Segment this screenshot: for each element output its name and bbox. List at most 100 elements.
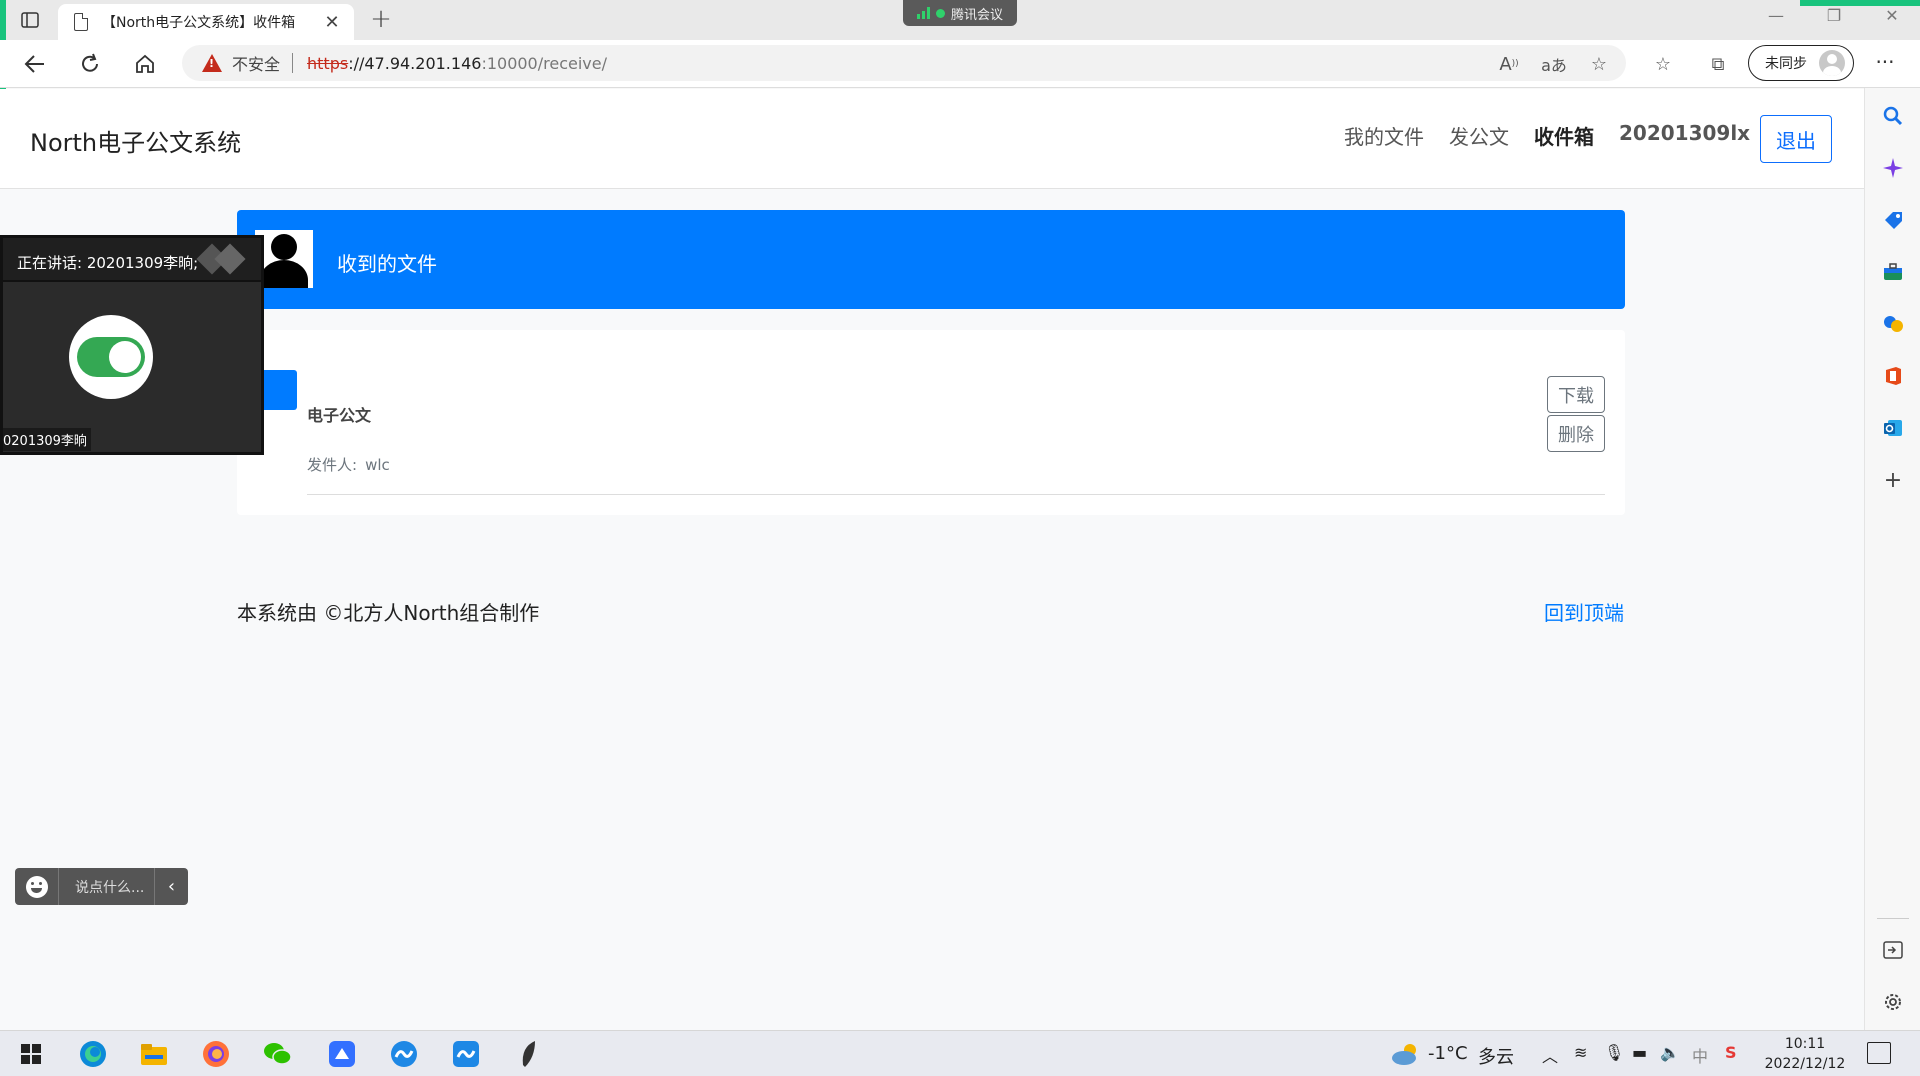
- toggle-switch-icon: [77, 337, 145, 377]
- minimize-button[interactable]: —: [1756, 6, 1796, 25]
- back-to-top-link[interactable]: 回到顶端: [1544, 597, 1624, 626]
- sogou-input-icon[interactable]: S: [1725, 1043, 1737, 1062]
- firefox-icon[interactable]: [200, 1039, 232, 1069]
- url-host: ://47.94.201.146: [348, 53, 482, 73]
- close-tab-icon[interactable]: ✕: [322, 12, 342, 33]
- sidebar-divider: [1877, 918, 1909, 919]
- tencent-meeting-icon[interactable]: [388, 1039, 420, 1069]
- screen-share-border: [1800, 0, 1920, 6]
- address-bar[interactable]: 不安全 https://47.94.201.146:10000/receive/: [182, 45, 1626, 81]
- meeting-video-window[interactable]: 正在讲话: 20201309李晌; 0201309李晌: [0, 235, 264, 455]
- footer-credit: 本系统由 ©北方人North组合制作: [237, 601, 540, 625]
- weather-cloud-icon[interactable]: [1390, 1039, 1422, 1069]
- url-protocol: https: [307, 53, 349, 73]
- sync-label: 未同步: [1765, 56, 1807, 72]
- warning-icon: [202, 54, 222, 72]
- decoration-icon: [214, 243, 246, 275]
- site-navbar: North电子公文系统 我的文件 发公文 收件箱 20201309lx 退出: [0, 89, 1864, 189]
- shopping-tag-icon[interactable]: [1881, 208, 1905, 232]
- tab-title: 【North电子公文系统】收件箱: [102, 15, 296, 31]
- profile-avatar-icon: [1819, 50, 1845, 76]
- sender-label: 发件人:: [307, 456, 358, 474]
- more-options-icon[interactable]: ···: [1870, 50, 1900, 74]
- sender-name: wlc: [365, 456, 390, 474]
- home-icon: [136, 54, 154, 73]
- new-tab-button[interactable]: +: [366, 4, 396, 34]
- translate-icon[interactable]: aあ: [1539, 50, 1569, 78]
- nav-username[interactable]: 20201309lx: [1619, 121, 1750, 150]
- restore-button[interactable]: ❐: [1814, 6, 1854, 25]
- chat-input[interactable]: 说点什么...: [75, 877, 154, 897]
- browser-tab-strip: 【North电子公文系统】收件箱 ✕ + 腾讯会议 — ❐ ✕: [0, 0, 1920, 40]
- collections-icon[interactable]: ⧉: [1703, 50, 1733, 78]
- security-label[interactable]: 不安全: [232, 51, 280, 75]
- nav-inbox[interactable]: 收件箱: [1534, 121, 1594, 150]
- site-brand[interactable]: North电子公文系统: [30, 123, 241, 158]
- emoji-icon[interactable]: [26, 875, 48, 898]
- battery-icon[interactable]: ▬: [1632, 1043, 1647, 1062]
- feather-app-icon[interactable]: [512, 1039, 544, 1069]
- tab-actions-button[interactable]: [14, 8, 46, 32]
- notification-center-icon[interactable]: [1867, 1042, 1891, 1064]
- participant-avatar: [69, 315, 153, 399]
- system-clock[interactable]: 10:11 2022/12/12: [1762, 1034, 1848, 1074]
- address-bar-row: 不安全 https://47.94.201.146:10000/receive/…: [0, 40, 1920, 88]
- signal-icon: [916, 7, 930, 19]
- url-text[interactable]: https://47.94.201.146:10000/receive/: [307, 54, 607, 73]
- add-sidebar-app-icon[interactable]: +: [1881, 468, 1905, 493]
- ime-indicator[interactable]: 中: [1692, 1043, 1708, 1067]
- weather-temperature[interactable]: -1°C: [1428, 1043, 1468, 1064]
- web-page: North电子公文系统 我的文件 发公文 收件箱 20201309lx 退出 收…: [0, 89, 1864, 1030]
- settings-gear-icon[interactable]: [1881, 990, 1905, 1014]
- read-aloud-icon[interactable]: A)): [1494, 50, 1524, 78]
- nav-send-doc[interactable]: 发公文: [1449, 121, 1509, 150]
- speaking-indicator: 正在讲话: 20201309李晌;: [17, 254, 199, 272]
- file-explorer-icon[interactable]: [138, 1039, 170, 1069]
- meeting-indicator[interactable]: 腾讯会议: [903, 0, 1017, 26]
- home-button[interactable]: [130, 50, 160, 78]
- logout-button[interactable]: 退出: [1760, 115, 1832, 163]
- meeting-chat-bar[interactable]: 说点什么... ‹: [15, 868, 188, 905]
- url-separator: [292, 53, 294, 73]
- tools-briefcase-icon[interactable]: [1881, 260, 1905, 284]
- document-list: 电子公文 发件人: wlc 下载 删除: [237, 330, 1625, 515]
- recording-dot-icon: [935, 8, 945, 18]
- show-hidden-icons-chevron-icon[interactable]: ︿: [1542, 1043, 1558, 1067]
- participant-name: 0201309李晌: [3, 428, 91, 451]
- games-icon[interactable]: [1881, 312, 1905, 336]
- feishu-icon[interactable]: [326, 1039, 358, 1069]
- refresh-button[interactable]: [75, 50, 105, 78]
- search-icon[interactable]: [1881, 104, 1905, 128]
- profile-sync-button[interactable]: 未同步: [1748, 45, 1854, 81]
- back-arrow-icon: [24, 55, 44, 73]
- hide-sidebar-icon[interactable]: [1881, 938, 1905, 962]
- download-button[interactable]: 下载: [1547, 376, 1605, 413]
- wechat-icon[interactable]: [262, 1039, 294, 1069]
- clock-time: 10:11: [1784, 1036, 1826, 1052]
- favorites-icon[interactable]: ☆: [1648, 50, 1678, 78]
- office-icon[interactable]: [1881, 364, 1905, 388]
- nav-my-files[interactable]: 我的文件: [1344, 121, 1424, 150]
- delete-button[interactable]: 删除: [1547, 415, 1605, 452]
- edge-browser-icon[interactable]: [77, 1039, 109, 1069]
- refresh-icon: [82, 53, 98, 72]
- document-sender: 发件人: wlc: [307, 454, 390, 475]
- meeting-label: 腾讯会议: [950, 7, 1003, 23]
- close-window-button[interactable]: ✕: [1872, 6, 1912, 25]
- weather-description[interactable]: 多云: [1478, 1043, 1514, 1069]
- divider: [307, 494, 1605, 495]
- tencent-meeting-window-icon[interactable]: [450, 1039, 482, 1069]
- start-windows-icon[interactable]: [15, 1039, 47, 1069]
- url-path: :10000/receive/: [481, 53, 607, 73]
- inbox-title: 收到的文件: [337, 252, 437, 276]
- volume-icon[interactable]: 🔈: [1660, 1043, 1680, 1062]
- wifi-icon[interactable]: ≋: [1574, 1043, 1587, 1062]
- browser-tab[interactable]: 【North电子公文系统】收件箱 ✕: [58, 4, 354, 40]
- collapse-chevron-icon[interactable]: ‹: [154, 868, 188, 905]
- windows-taskbar: -1°C 多云 ︿ ≋ 🎙 ▬ 🔈 中 S 10:11 2022/12/12: [0, 1030, 1920, 1076]
- back-button[interactable]: [20, 50, 50, 78]
- add-favorite-icon[interactable]: ☆: [1584, 50, 1614, 78]
- outlook-icon[interactable]: [1881, 416, 1905, 440]
- discover-sparkle-icon[interactable]: [1881, 156, 1905, 180]
- microphone-icon[interactable]: 🎙: [1604, 1043, 1624, 1062]
